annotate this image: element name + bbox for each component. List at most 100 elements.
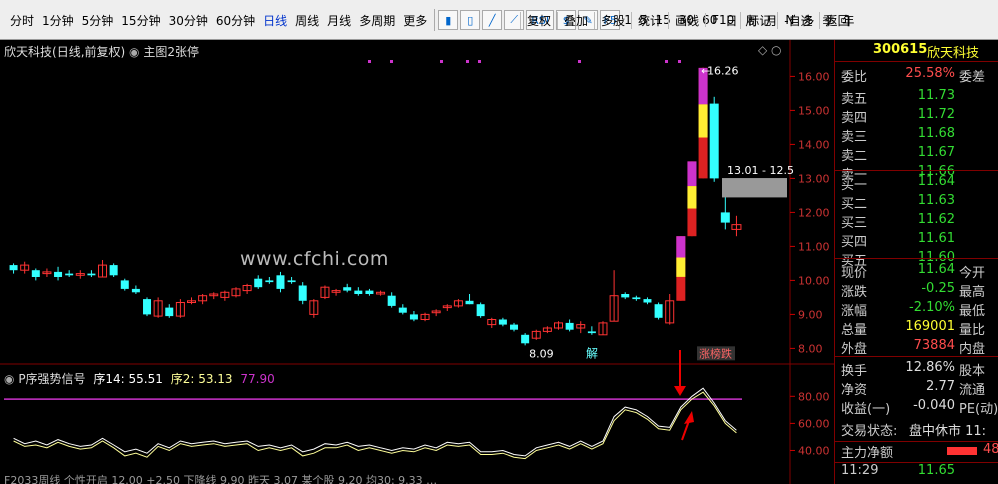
signal-dot	[665, 60, 668, 63]
divider	[835, 356, 998, 357]
candle-body	[398, 307, 407, 313]
tag-zt: 涨榜跌	[699, 346, 732, 360]
buy-row-0: 买一 11.64	[835, 174, 998, 193]
toolbar-button-0[interactable]: 复权	[520, 11, 557, 29]
buy-row-2: 买三 11.62	[835, 212, 998, 231]
period-10[interactable]: 更多	[399, 12, 431, 29]
status-row: 交易状态: 盘中休市 11:	[835, 420, 998, 439]
webi-value: 25.58%	[905, 66, 955, 81]
price-tick-label: 16.00	[798, 70, 830, 83]
candle-body	[287, 280, 296, 283]
candle-body	[465, 300, 474, 305]
toolbar-button-3[interactable]: 统计	[631, 11, 668, 29]
candle-body	[131, 288, 140, 293]
stat-row-3-value: 169001	[905, 319, 955, 334]
candle-body	[120, 280, 129, 289]
period-4[interactable]: 30分钟	[165, 12, 212, 29]
sell-row-3: 卖二 11.67	[835, 145, 998, 164]
bar-icon[interactable]: ▯	[460, 10, 481, 30]
candle-body	[365, 290, 374, 294]
period-0[interactable]: 分时	[6, 12, 38, 29]
candle-body	[343, 287, 352, 291]
stat2-row-2-right-label: PE(动)	[959, 402, 998, 417]
candle-body	[54, 271, 63, 277]
stat2-row-1-label: 净资	[841, 383, 868, 398]
main-flow-bar	[947, 447, 977, 455]
sell-row-2: 卖三 11.68	[835, 126, 998, 145]
toolbar-button-8[interactable]: 返回	[818, 11, 856, 29]
candle-body	[298, 285, 307, 301]
period-6[interactable]: 日线	[259, 12, 291, 29]
candle-body	[143, 299, 152, 315]
period-1[interactable]: 1分钟	[38, 12, 78, 29]
indicator-name[interactable]: P序强势信号	[18, 372, 85, 386]
period-9[interactable]: 多周期	[355, 12, 399, 29]
stat-row-2-right-label: 最低	[959, 304, 986, 319]
candle-body	[654, 304, 663, 318]
buy-row-0-value: 11.64	[917, 174, 955, 189]
indicator-icon[interactable]: ◉	[4, 372, 14, 386]
price-tick-label: 11.00	[798, 240, 830, 253]
stat-row-0-right-label: 今开	[959, 266, 986, 281]
indicator-s1: 序14: 55.51	[93, 372, 163, 386]
buy-row-0-label: 买一	[841, 178, 868, 193]
stat2-row-0-label: 换手	[841, 364, 868, 379]
sell-row-0: 卖五 11.73	[835, 88, 998, 107]
period-5[interactable]: 60分钟	[212, 12, 259, 29]
period-8[interactable]: 月线	[323, 12, 355, 29]
stat-row-1-label: 涨跌	[841, 285, 868, 300]
stat-row-4-label: 外盘	[841, 342, 868, 357]
stat-row-3: 总量 169001 量比	[835, 319, 998, 338]
webi-label: 委比	[841, 70, 868, 85]
line-icon[interactable]: ╱	[482, 10, 503, 30]
ind-tick-label: 80.00	[798, 390, 830, 403]
candle-body	[587, 331, 596, 334]
candle-body	[254, 278, 263, 288]
stat-row-4-value: 73884	[913, 338, 955, 353]
candle-segment	[687, 161, 697, 187]
candle-segment	[676, 236, 686, 258]
buy-row-1-value: 11.63	[917, 193, 955, 208]
tick-price: 11.65	[917, 463, 955, 478]
toolbar-button-7[interactable]: -自选	[777, 11, 818, 29]
signal-dot	[478, 60, 481, 63]
toolbar-button-4[interactable]: 画线	[668, 11, 705, 29]
quote-header: 300615 欣天科技	[835, 42, 998, 62]
stat-row-1: 涨跌 -0.25 最高	[835, 281, 998, 300]
signal-dot	[578, 60, 581, 63]
stat-row-3-right-label: 量比	[959, 323, 986, 338]
sell-row-2-value: 11.68	[917, 126, 955, 141]
signal-dot	[466, 60, 469, 63]
indicator-header: ◉ P序强势信号 序14: 55.51 序2: 53.13 77.90	[4, 370, 275, 387]
kline-icon[interactable]: ▮	[438, 10, 459, 30]
period-7[interactable]: 周线	[291, 12, 323, 29]
candle-body	[643, 299, 652, 303]
stat2-row-0: 换手 12.86% 股本	[835, 360, 998, 379]
toolbar-button-1[interactable]: 叠加	[557, 11, 594, 29]
right-toolbar: 复权 叠加 多股 统计 画线 F10 标记 -自选 返回	[520, 0, 856, 40]
period-2[interactable]: 5分钟	[78, 12, 118, 29]
buy-row-3: 买四 11.61	[835, 231, 998, 250]
stat-row-3-label: 总量	[841, 323, 868, 338]
price-tick-label: 10.00	[798, 274, 830, 287]
toolbar-button-2[interactable]: 多股	[594, 11, 631, 29]
buy-row-2-label: 买三	[841, 216, 868, 231]
tick-row: 11:29 11.65	[835, 462, 998, 481]
candle-body	[9, 265, 18, 271]
toolbar-button-6[interactable]: 标记	[740, 11, 777, 29]
chart-svg[interactable]: 16.00 15.00 14.00 13.00 12.00 11.00 10.00 9.00 8…	[0, 40, 834, 484]
candle-body	[621, 294, 630, 298]
status-label: 交易状态:	[841, 424, 898, 439]
toolbar-button-5[interactable]: F10	[705, 13, 740, 27]
high-arrow: ←	[701, 65, 710, 78]
quote-panel: 300615 欣天科技 委比 25.58% 委差 交易状态: 盘中休市 11: …	[834, 40, 998, 484]
chart-area[interactable]: 欣天科技(日线,前复权) ◉ 主图2张停 ◇ ○ www.cfchi.com 1…	[0, 40, 834, 484]
stat-row-4-right-label: 内盘	[959, 342, 986, 357]
ind-tick-label: 60.00	[798, 417, 830, 430]
ind-tick-label: 40.00	[798, 444, 830, 457]
candle-body	[498, 319, 507, 325]
candle-body	[354, 290, 363, 294]
stat2-row-0-value: 12.86%	[905, 360, 955, 375]
stock-code: 300615	[873, 42, 928, 57]
period-3[interactable]: 15分钟	[117, 12, 164, 29]
